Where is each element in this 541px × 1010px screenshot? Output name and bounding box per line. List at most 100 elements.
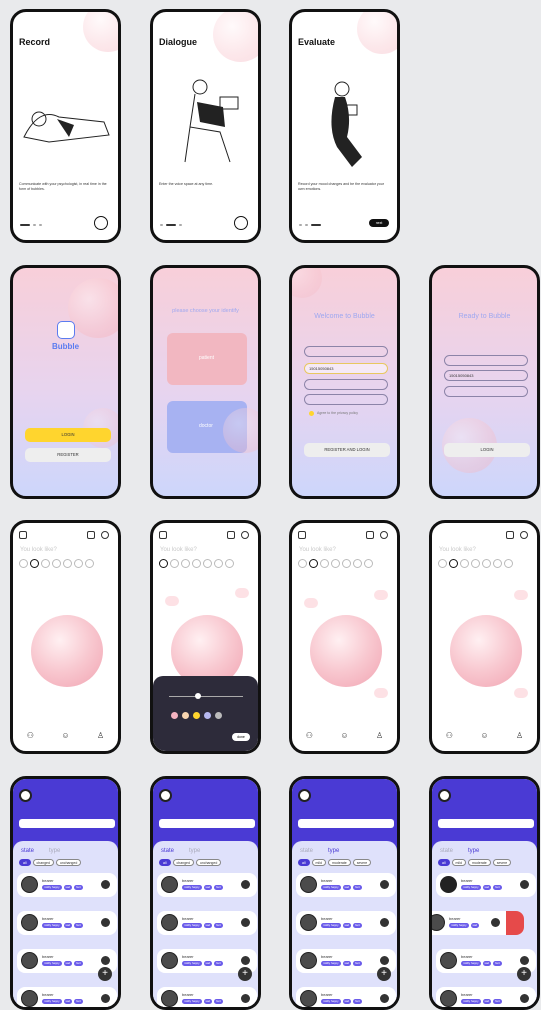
add-button[interactable]: +: [238, 967, 252, 981]
patient-option-card[interactable]: patient: [167, 333, 247, 385]
camera-icon[interactable]: [506, 531, 514, 539]
chat-icon[interactable]: ☺: [61, 731, 69, 740]
tab-type[interactable]: type: [468, 848, 479, 854]
password-field[interactable]: [444, 386, 528, 397]
search-input[interactable]: [298, 819, 394, 828]
avatar[interactable]: [298, 789, 311, 802]
settings-icon[interactable]: [241, 531, 249, 539]
phone-field[interactable]: 15015050843: [444, 370, 528, 381]
avatar[interactable]: [19, 789, 32, 802]
register-button[interactable]: REGISTER: [25, 448, 111, 462]
mood-face-picker[interactable]: [19, 559, 94, 568]
next-button[interactable]: next: [369, 219, 389, 227]
tab-state[interactable]: state: [440, 848, 453, 854]
next-button[interactable]: [234, 216, 248, 230]
menu-icon[interactable]: [159, 531, 167, 539]
list-item[interactable]: bearer mildly happy sad hurt: [296, 987, 396, 1007]
profile-icon[interactable]: ♙: [516, 731, 523, 740]
list-item[interactable]: bearer mildly happy sad hurt: [17, 873, 117, 897]
filter-chips[interactable]: all changed unchanged: [159, 859, 222, 866]
username-field[interactable]: [444, 355, 528, 366]
color-palette[interactable]: [171, 712, 222, 719]
list-item[interactable]: bearer mildly happy sad hurt: [296, 873, 396, 897]
profile-icon[interactable]: ♙: [97, 731, 104, 740]
mood-bubble[interactable]: [310, 615, 382, 687]
login-button[interactable]: LOGIN: [444, 443, 530, 457]
next-button[interactable]: [94, 216, 108, 230]
list-item[interactable]: bearer mildly happy sad hurt: [436, 873, 536, 897]
search-input[interactable]: [438, 819, 534, 828]
voice-tag[interactable]: [374, 590, 388, 600]
avatar[interactable]: [159, 789, 172, 802]
page-title: Ready to Bubble: [458, 313, 511, 320]
add-button[interactable]: +: [98, 967, 112, 981]
voice-tag[interactable]: [235, 588, 249, 598]
login-button[interactable]: LOGIN: [25, 428, 111, 442]
menu-icon[interactable]: [19, 531, 27, 539]
add-button[interactable]: +: [377, 967, 391, 981]
search-input[interactable]: [19, 819, 115, 828]
list-item[interactable]: bearer mildly happy sad hurt: [296, 911, 396, 935]
username-field[interactable]: [304, 346, 388, 357]
agree-checkbox[interactable]: [309, 411, 314, 416]
add-button[interactable]: +: [517, 967, 531, 981]
phone-field[interactable]: 15015050843: [304, 363, 388, 374]
list-item[interactable]: bearer mildly happy sad hurt: [157, 873, 257, 897]
camera-icon[interactable]: [87, 531, 95, 539]
voice-tag[interactable]: [304, 598, 318, 608]
profile-icon[interactable]: ♙: [376, 731, 383, 740]
menu-icon[interactable]: [298, 531, 306, 539]
list-item[interactable]: bearer mildly happy sad hurt: [17, 987, 117, 1007]
bubbles-icon[interactable]: ⚇: [27, 731, 34, 740]
search-input[interactable]: [159, 819, 255, 828]
deco-bubble: [68, 278, 118, 338]
tab-type[interactable]: type: [189, 848, 200, 854]
tab-state[interactable]: state: [21, 848, 34, 854]
settings-icon[interactable]: [101, 531, 109, 539]
mood-bubble[interactable]: [31, 615, 103, 687]
chat-icon[interactable]: ☺: [340, 731, 348, 740]
register-login-button[interactable]: REGISTER AND LOGIN: [304, 443, 390, 457]
lying-person-illustration: [23, 111, 110, 143]
list-item[interactable]: bearer mildly happy sad hurt: [157, 987, 257, 1007]
mood-prompt: You look like?: [439, 547, 476, 553]
mood-bubble[interactable]: [450, 615, 522, 687]
list-panel: state type all mild moderate severe bearer m…: [432, 841, 537, 1007]
password-field[interactable]: [304, 394, 388, 405]
bubbles-icon[interactable]: ⚇: [446, 731, 453, 740]
list-item[interactable]: bearer mildly happy sad hurt: [436, 987, 536, 1007]
list-item-swiped[interactable]: bearer mildly happy sad: [432, 911, 524, 935]
bubbles-icon[interactable]: ⚇: [306, 731, 313, 740]
done-button[interactable]: done: [232, 733, 250, 741]
settings-icon[interactable]: [380, 531, 388, 539]
tab-state[interactable]: state: [161, 848, 174, 854]
tab-state[interactable]: state: [300, 848, 313, 854]
voice-tag[interactable]: [165, 596, 179, 606]
mood-face-picker[interactable]: [298, 559, 373, 568]
list-item[interactable]: bearer mildly happy sad hurt: [157, 911, 257, 935]
chat-icon[interactable]: ☺: [480, 731, 488, 740]
mood-screen-1: You look like? ⚇ ☺ ♙: [10, 520, 121, 754]
voice-tag[interactable]: [514, 590, 528, 600]
camera-icon[interactable]: [227, 531, 235, 539]
mood-face-picker[interactable]: [438, 559, 513, 568]
mood-face-picker[interactable]: [159, 559, 234, 568]
voice-tag[interactable]: [374, 688, 388, 698]
camera-icon[interactable]: [366, 531, 374, 539]
onboarding-record-screen: Record Communicate with your psychologis…: [10, 9, 121, 243]
filter-chips[interactable]: all mild moderate severe: [298, 859, 372, 866]
list-panel: state type all changed unchanged bearer mil…: [13, 841, 118, 1007]
settings-icon[interactable]: [520, 531, 528, 539]
tab-type[interactable]: type: [328, 848, 339, 854]
slider-handle[interactable]: [195, 693, 201, 699]
filter-chips[interactable]: all mild moderate severe: [438, 859, 512, 866]
voice-tag[interactable]: [514, 688, 528, 698]
screens-canvas: Record Communicate with your psychologis…: [0, 0, 541, 1010]
filter-chips[interactable]: all changed unchanged: [19, 859, 82, 866]
avatar[interactable]: [438, 789, 451, 802]
list-item[interactable]: bearer mildly happy sad hurt: [17, 911, 117, 935]
tab-type[interactable]: type: [49, 848, 60, 854]
code-field[interactable]: [304, 379, 388, 390]
size-slider[interactable]: [169, 696, 243, 697]
delete-button[interactable]: [506, 911, 524, 935]
